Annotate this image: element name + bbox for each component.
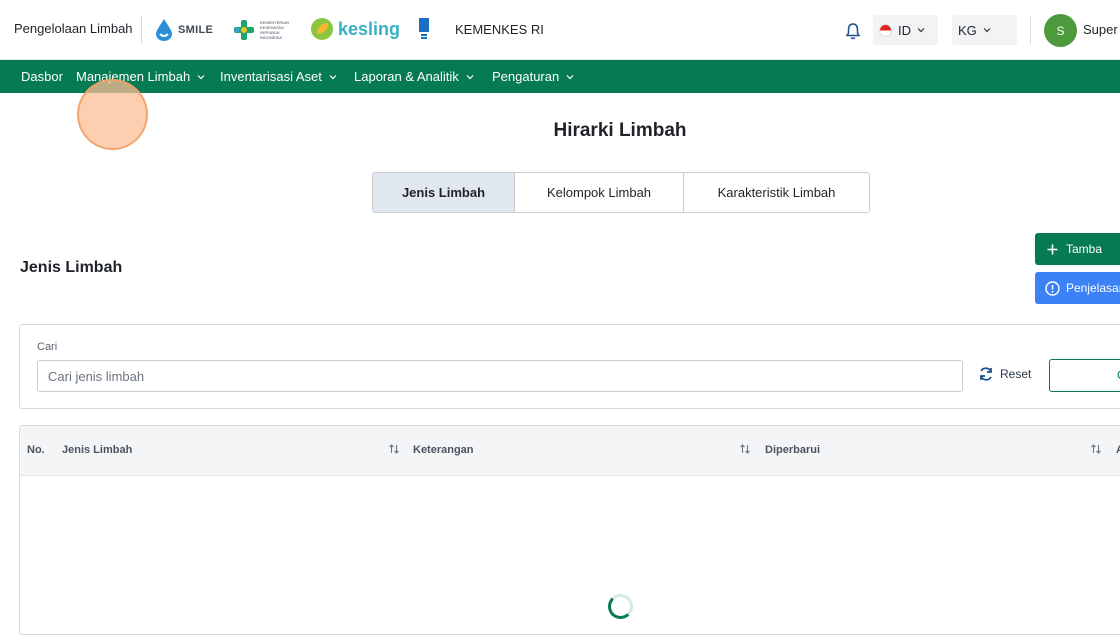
plus-icon (1047, 244, 1058, 254)
chevron-down-icon (917, 28, 925, 33)
bell-icon[interactable] (845, 22, 861, 40)
indonesia-flag-icon (879, 23, 892, 37)
nav-item-inventarisasi-aset[interactable]: Inventarisasi Aset (220, 69, 337, 84)
unit-select[interactable]: KG (952, 15, 1017, 45)
column-header-aksi: A (1116, 444, 1120, 456)
search-label: Cari (37, 341, 58, 353)
user-name[interactable]: Super A (1083, 22, 1120, 37)
kemenkes-logo: KEMENTERIAN KESEHATAN REPUBLIK INDONESIA (232, 18, 300, 42)
waste-type-table: No. Jenis Limbah Keterangan Diperbarui A (19, 425, 1120, 635)
water-drop-icon (156, 19, 172, 41)
search-panel: Cari Reset C (19, 324, 1120, 409)
info-circle-icon (1045, 280, 1060, 296)
column-header-diperbarui[interactable]: Diperbarui (765, 444, 820, 456)
language-select[interactable]: ID (873, 15, 938, 45)
column-header-no: No. (27, 444, 45, 456)
chevron-down-icon (329, 74, 337, 79)
undp-icon (419, 18, 429, 39)
tab-jenis-limbah[interactable]: Jenis Limbah (373, 173, 515, 212)
table-header: No. Jenis Limbah Keterangan Diperbarui A (20, 426, 1120, 476)
main-nav: Dasbor Manajemen Limbah Inventarisasi As… (0, 60, 1120, 93)
column-header-keterangan[interactable]: Keterangan (413, 444, 474, 456)
hierarchy-tabs: Jenis Limbah Kelompok Limbah Karakterist… (372, 172, 870, 213)
loading-spinner-icon (608, 594, 633, 619)
header-divider (141, 16, 142, 44)
nav-item-manajemen-limbah[interactable]: Manajemen Limbah (76, 69, 205, 84)
leaf-icon (311, 18, 333, 40)
org-name: KEMENKES RI (455, 22, 544, 37)
search-button[interactable]: C (1049, 359, 1120, 392)
add-button[interactable]: Tamba (1035, 233, 1120, 265)
kemenkes-emblem-icon (234, 20, 254, 40)
column-header-jenis-limbah[interactable]: Jenis Limbah (62, 444, 132, 456)
sort-icon[interactable] (739, 443, 751, 455)
app-title: Pengelolaan Limbah (14, 21, 133, 36)
smile-logo: SMILE (154, 18, 213, 42)
nav-item-pengaturan[interactable]: Pengaturan (492, 69, 574, 84)
avatar[interactable]: S (1044, 14, 1077, 47)
sort-icon[interactable] (388, 443, 400, 455)
kesling-logo: kesling (310, 17, 400, 41)
header-divider (1030, 16, 1031, 44)
nav-item-laporan-analitik[interactable]: Laporan & Analitik (354, 69, 474, 84)
sort-icon[interactable] (1090, 443, 1102, 455)
undp-logo (419, 18, 429, 40)
tab-kelompok-limbah[interactable]: Kelompok Limbah (515, 173, 684, 212)
refresh-icon (980, 367, 992, 381)
chevron-down-icon (566, 74, 574, 79)
tab-karakteristik-limbah[interactable]: Karakteristik Limbah (684, 173, 869, 212)
top-header: Pengelolaan Limbah SMILE KEMENTERIAN KES… (0, 0, 1120, 60)
chevron-down-icon (983, 28, 991, 33)
reset-button[interactable]: Reset (978, 366, 1031, 382)
page-title: Hirarki Limbah (553, 120, 687, 141)
search-input[interactable] (37, 360, 963, 392)
chevron-down-icon (466, 74, 474, 79)
explanation-button[interactable]: Penjelasan (1035, 272, 1120, 304)
chevron-down-icon (197, 74, 205, 79)
nav-item-dasbor[interactable]: Dasbor (21, 69, 63, 84)
section-title: Jenis Limbah (20, 259, 123, 276)
